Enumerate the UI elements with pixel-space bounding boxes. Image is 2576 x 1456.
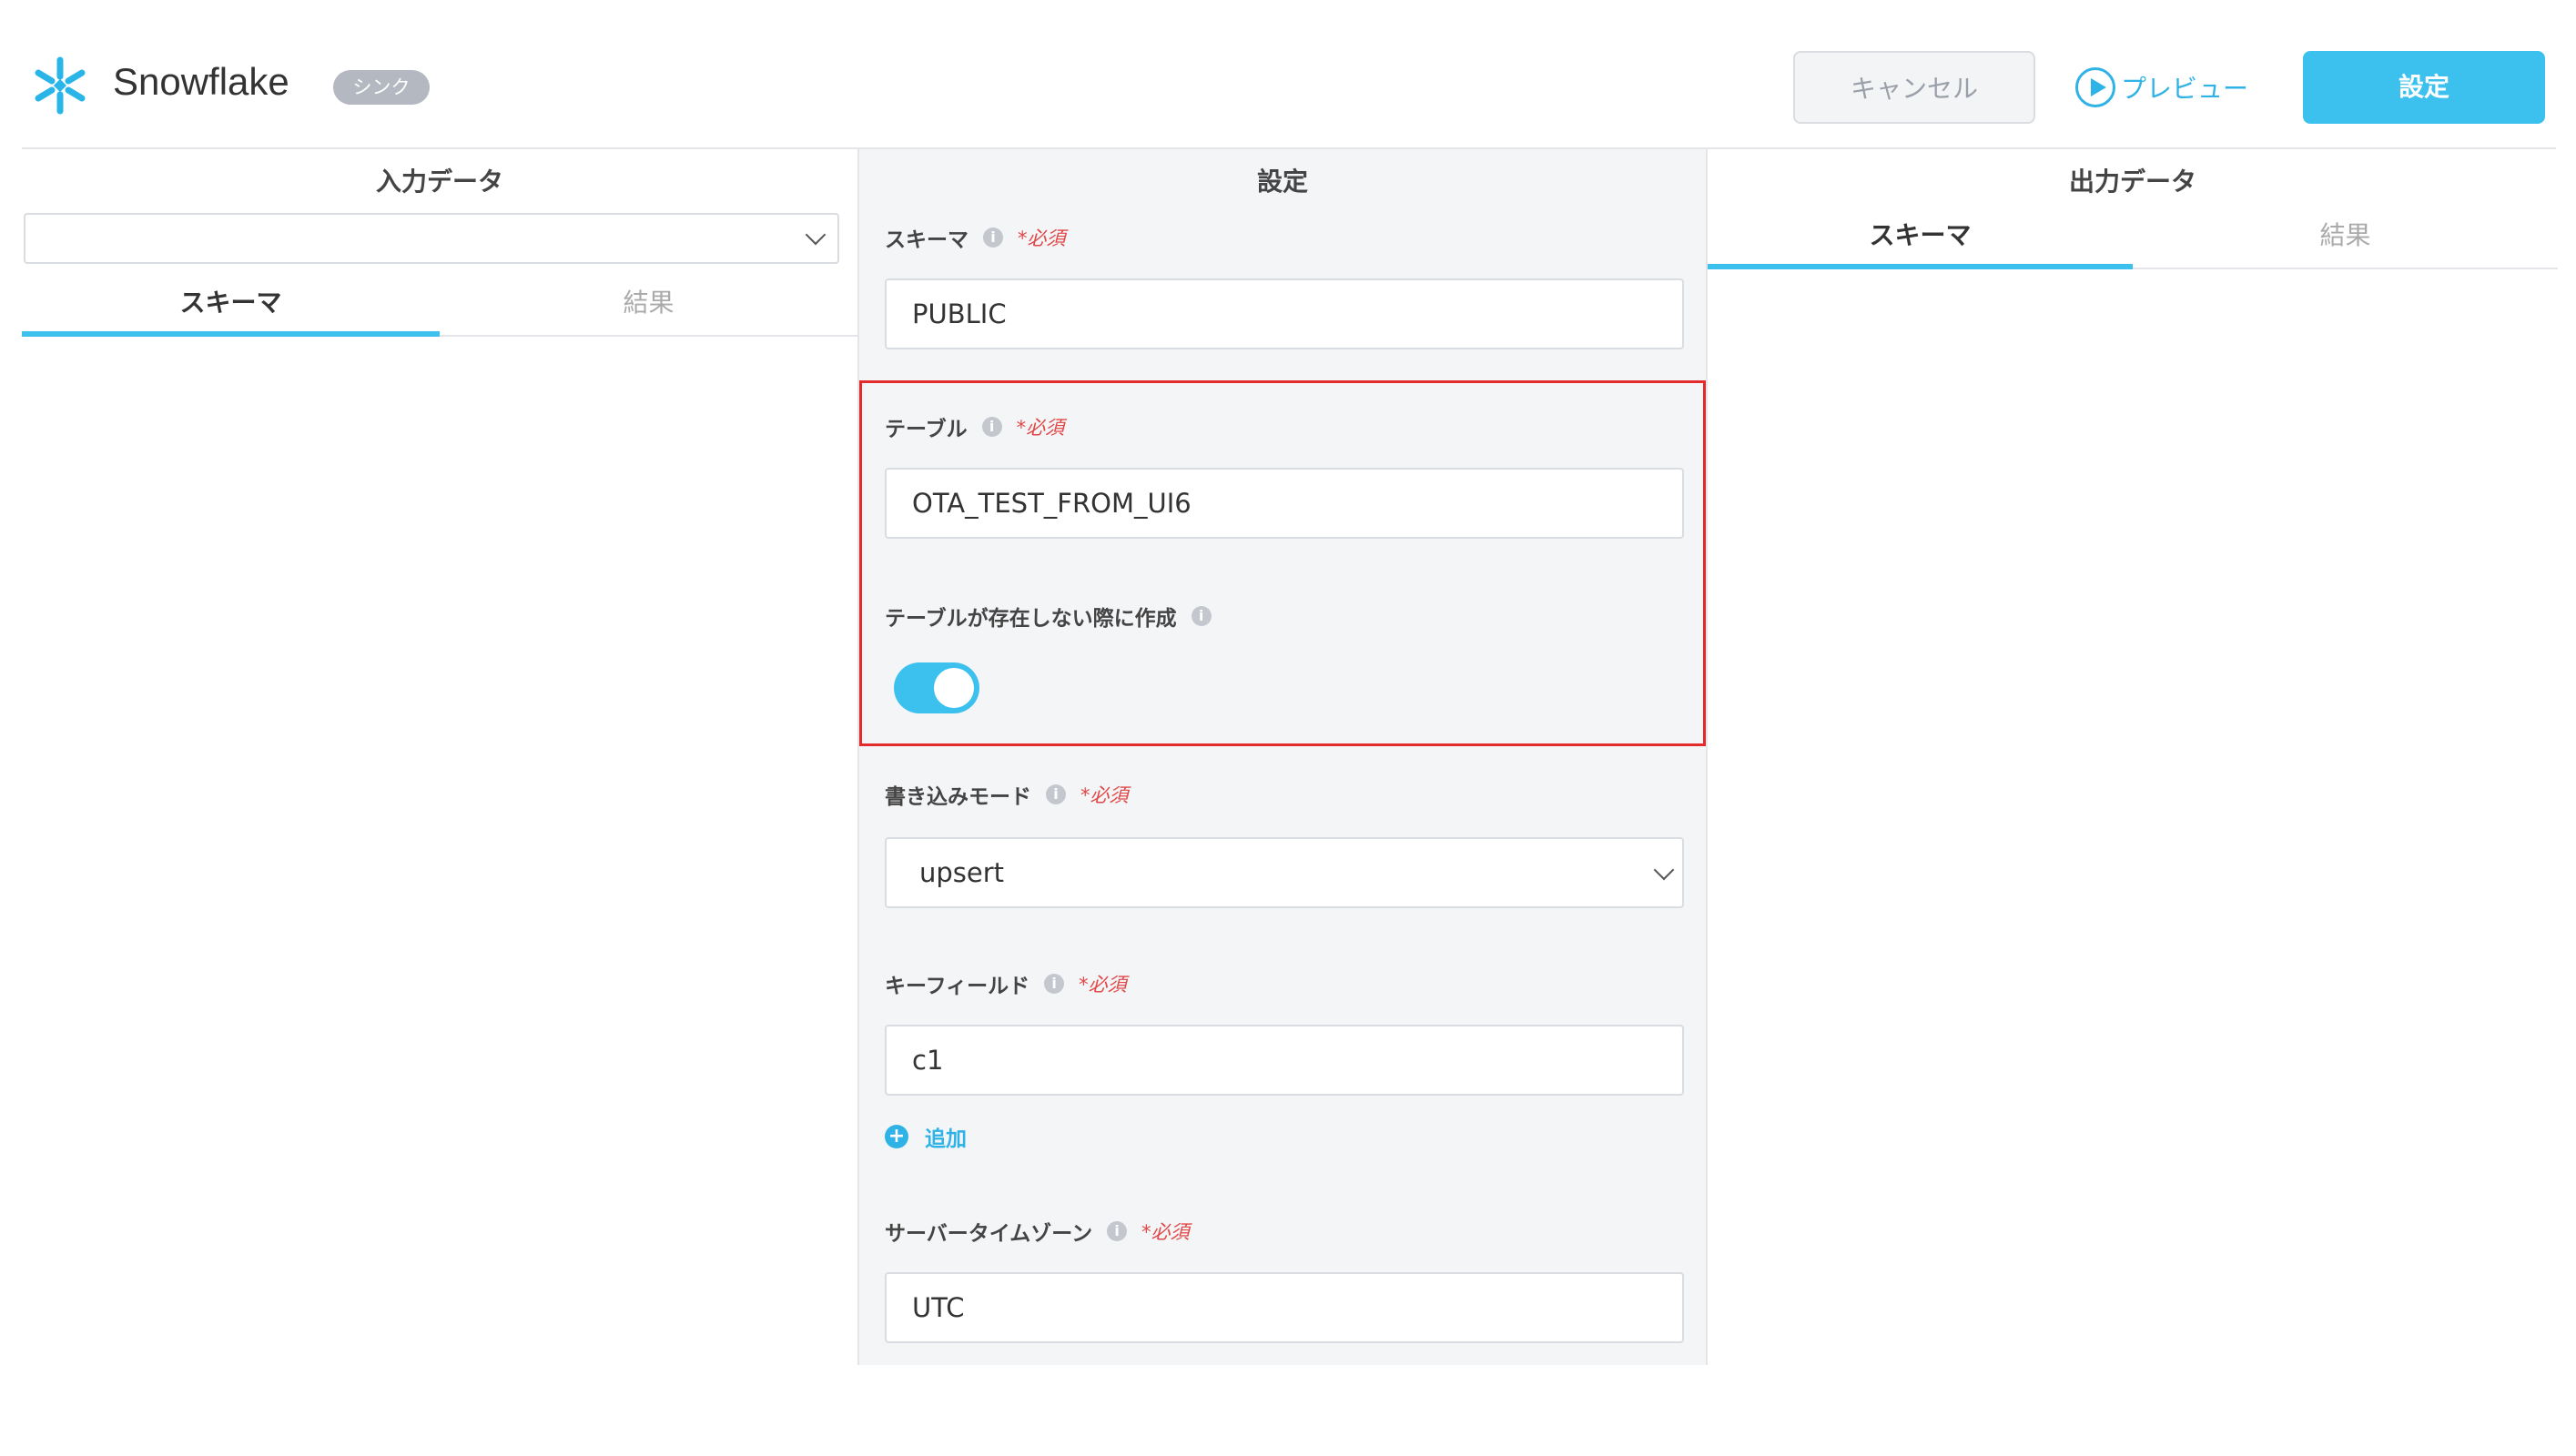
cancel-button[interactable]: キャンセル: [1793, 51, 2035, 124]
info-icon[interactable]: i: [983, 228, 1003, 248]
required-marker: *必須: [1079, 970, 1127, 997]
write-mode-value: upsert: [919, 857, 1004, 888]
output-tabs: スキーマ 結果: [1708, 204, 2558, 269]
required-marker: *必須: [1018, 224, 1066, 251]
info-icon[interactable]: i: [982, 417, 1002, 437]
input-tabs: スキーマ 結果: [22, 271, 857, 337]
required-marker: *必須: [1141, 1218, 1190, 1245]
input-data-panel: 入力データ スキーマ 結果: [22, 149, 857, 1365]
preview-label: プレビュー: [2121, 69, 2248, 106]
key-field-label-row: キーフィールド i *必須: [885, 968, 1127, 999]
table-input[interactable]: OTA_TEST_FROM_UI6: [885, 468, 1684, 539]
toggle-knob: [934, 668, 974, 708]
input-panel-title: 入力データ: [22, 162, 857, 198]
tab-input-schema[interactable]: スキーマ: [22, 271, 440, 335]
input-source-select[interactable]: [24, 213, 839, 264]
settings-panel-title: 設定: [859, 162, 1706, 198]
write-mode-label: 書き込みモード: [885, 779, 1031, 810]
required-marker: *必須: [1017, 413, 1065, 440]
preview-button[interactable]: プレビュー: [2075, 64, 2248, 111]
key-field-input[interactable]: c1: [885, 1025, 1684, 1096]
info-icon[interactable]: i: [1192, 606, 1212, 626]
key-field-label: キーフィールド: [885, 968, 1029, 999]
server-timezone-label-row: サーバータイムゾーン i *必須: [885, 1216, 1190, 1247]
settings-button[interactable]: 設定: [2303, 51, 2545, 124]
table-label: テーブル: [885, 411, 968, 442]
play-icon: [2075, 67, 2115, 107]
settings-panel: 設定 スキーマ i *必須 PUBLIC テーブル i *必須 OTA_TEST…: [857, 149, 1708, 1365]
table-label-row: テーブル i *必須: [885, 411, 1064, 442]
app-name: Snowflake: [113, 60, 289, 104]
snowflake-logo-icon: [31, 56, 89, 115]
create-table-label-row: テーブルが存在しない際に作成 i: [885, 601, 1212, 632]
sink-badge: シンク: [333, 70, 430, 105]
server-timezone-label: サーバータイムゾーン: [885, 1216, 1092, 1247]
output-panel-title: 出力データ: [1708, 162, 2558, 198]
info-icon[interactable]: i: [1046, 784, 1066, 804]
write-mode-label-row: 書き込みモード i *必須: [885, 779, 1129, 810]
tab-output-schema[interactable]: スキーマ: [1708, 204, 2133, 268]
add-key-field-button[interactable]: + 追加: [885, 1121, 967, 1152]
schema-label-row: スキーマ i *必須: [885, 222, 1066, 253]
info-icon[interactable]: i: [1107, 1221, 1127, 1241]
tab-input-result[interactable]: 結果: [440, 271, 857, 335]
info-icon[interactable]: i: [1044, 974, 1064, 994]
chevron-down-icon: [1654, 860, 1675, 881]
create-table-label: テーブルが存在しない際に作成: [885, 601, 1177, 632]
create-table-toggle[interactable]: [894, 662, 979, 713]
write-mode-select[interactable]: upsert: [885, 837, 1684, 908]
server-timezone-input[interactable]: UTC: [885, 1272, 1684, 1343]
output-data-panel: 出力データ スキーマ 結果: [1708, 149, 2558, 1365]
schema-input[interactable]: PUBLIC: [885, 278, 1684, 349]
tab-output-result[interactable]: 結果: [2133, 204, 2558, 268]
plus-icon: +: [885, 1125, 908, 1148]
schema-label: スキーマ: [885, 222, 969, 253]
add-label: 追加: [925, 1121, 967, 1152]
required-marker: *必須: [1080, 781, 1129, 808]
chevron-down-icon: [806, 225, 827, 246]
top-header: Snowflake シンク キャンセル プレビュー 設定: [0, 0, 2576, 148]
